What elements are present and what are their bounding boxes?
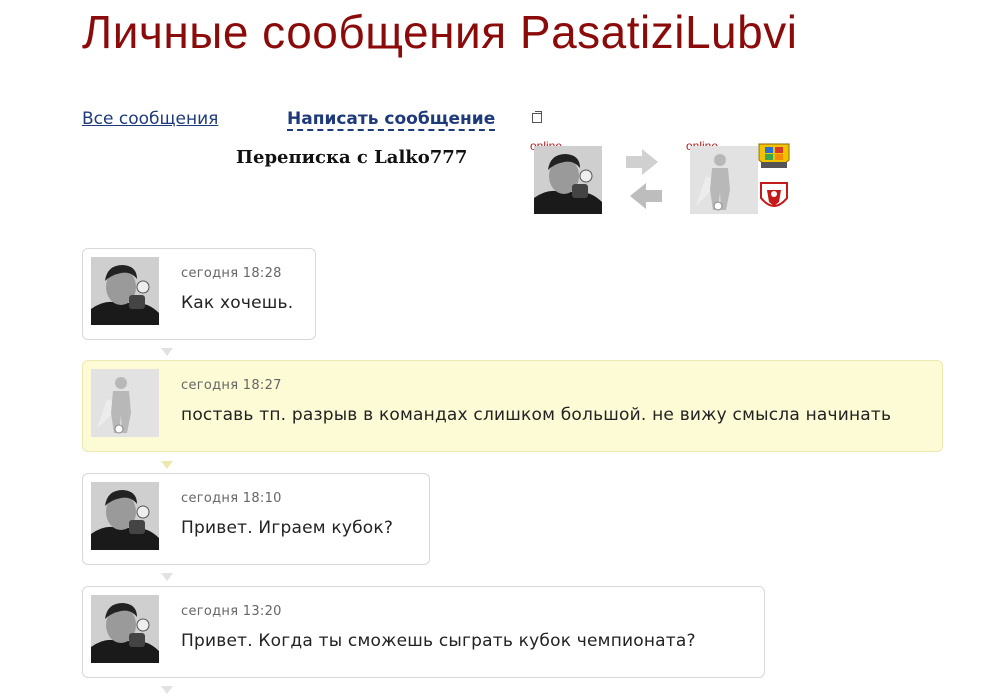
message-time: сегодня 18:27 (181, 378, 282, 393)
message-tail (161, 461, 173, 469)
message-item: сегодня 18:28 Как хочешь. (82, 248, 316, 340)
contact-avatar[interactable] (534, 146, 602, 214)
all-messages-link[interactable]: Все сообщения (82, 109, 218, 129)
contact-avatar[interactable] (91, 257, 159, 325)
message-item: сегодня 13:20 Привет. Когда ты сможешь с… (82, 586, 765, 678)
message-tail (161, 686, 173, 694)
fws-badge-icon (755, 140, 793, 174)
message-text: Как хочешь. (181, 293, 294, 313)
message-time: сегодня 18:28 (181, 266, 282, 281)
message-time: сегодня 13:20 (181, 604, 282, 619)
club-crest-icon (755, 180, 793, 214)
message-item: сегодня 18:27 поставь тп. разрыв в коман… (82, 360, 943, 452)
user-avatar[interactable] (91, 369, 159, 437)
message-tail (161, 573, 173, 581)
external-link-icon (532, 111, 542, 123)
message-text: поставь тп. разрыв в командах слишком бо… (181, 405, 892, 425)
contact-avatar[interactable] (91, 482, 159, 550)
exchange-arrows-icon (626, 149, 662, 209)
message-text: Привет. Играем кубок? (181, 518, 394, 538)
contact-avatar[interactable] (91, 595, 159, 663)
conversation-title: Переписка с Lalko777 (236, 147, 468, 168)
write-message-link[interactable]: Написать сообщение (287, 109, 496, 131)
user-avatar[interactable] (690, 146, 758, 214)
message-time: сегодня 18:10 (181, 491, 282, 506)
message-tail (161, 348, 173, 356)
message-text: Привет. Когда ты сможешь сыграть кубок ч… (181, 631, 696, 651)
message-item: сегодня 18:10 Привет. Играем кубок? (82, 473, 430, 565)
page-title: Личные сообщения PasatiziLubvi (82, 6, 798, 58)
